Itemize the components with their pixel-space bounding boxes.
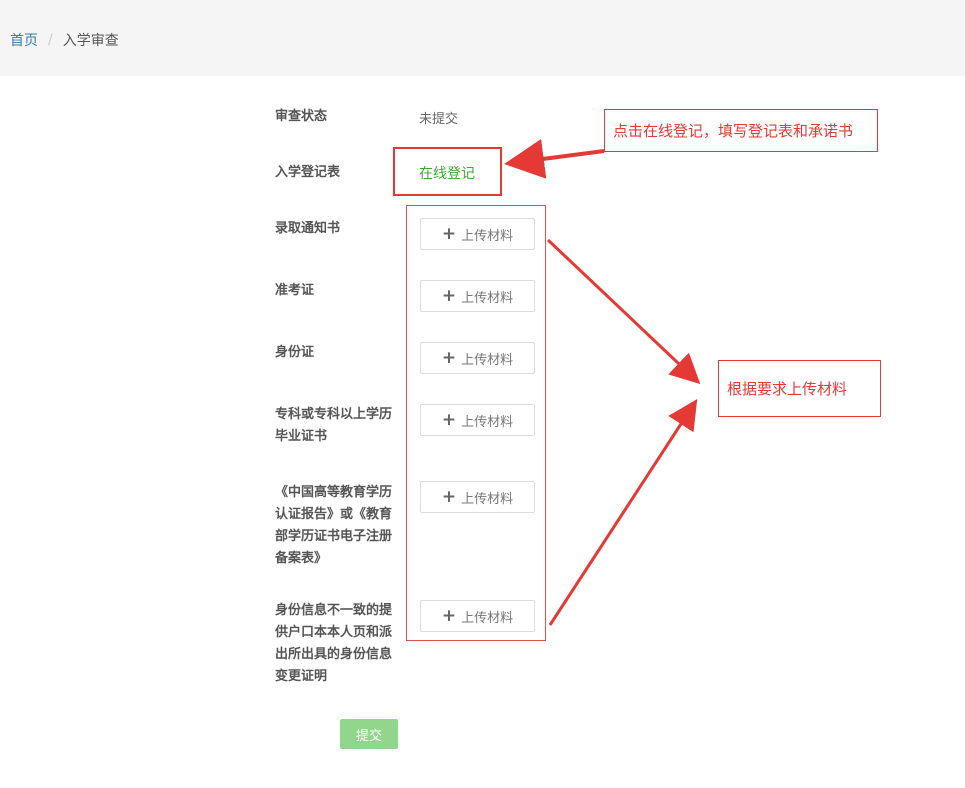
upload-button-label: 上传材料 (461, 352, 514, 368)
arrow-from-upload-group-bottom (548, 398, 698, 626)
plus-icon: + (441, 486, 457, 507)
breadcrumb-separator: / (48, 32, 53, 48)
online-registration-link[interactable]: 在线登记 (419, 163, 475, 183)
upload-label-admission-letter: 录取通知书 (275, 221, 341, 236)
plus-icon: + (441, 347, 457, 368)
upload-button-label: 上传材料 (461, 228, 514, 244)
arrow-from-upload-group-top (546, 238, 701, 385)
upload-label-degree-certification: 《中国高等教育学历认证报告》或《教育部学历证书电子注册备案表》 (275, 485, 393, 566)
upload-button-id-card[interactable]: + 上传材料 (420, 342, 535, 374)
plus-icon: + (441, 605, 457, 626)
upload-label-diploma: 专科或专科以上学历毕业证书 (275, 407, 393, 444)
callout-upload-instruction: 根据要求上传材料 (718, 360, 881, 417)
registration-label: 入学登记表 (275, 165, 341, 180)
submit-button[interactable]: 提交 (340, 719, 398, 749)
header-bar: 首页 / 入学审查 (0, 0, 965, 76)
upload-button-label: 上传材料 (461, 491, 514, 507)
plus-icon: + (441, 285, 457, 306)
upload-button-identity-change-proof[interactable]: + 上传材料 (420, 600, 535, 632)
breadcrumb: 首页 / 入学审查 (10, 30, 119, 50)
status-value: 未提交 (419, 112, 459, 127)
upload-label-identity-change-proof: 身份信息不一致的提供户口本本人页和派出所出具的身份信息变更证明 (275, 603, 393, 684)
callout-register-instruction: 点击在线登记，填写登记表和承诺书 (604, 109, 878, 152)
upload-button-admission-letter[interactable]: + 上传材料 (420, 218, 535, 250)
upload-label-id-card: 身份证 (275, 345, 315, 360)
upload-button-diploma[interactable]: + 上传材料 (420, 404, 535, 436)
breadcrumb-current: 入学审查 (62, 33, 119, 49)
upload-button-label: 上传材料 (461, 414, 514, 430)
arrow-to-online-registration (504, 139, 605, 179)
upload-button-exam-ticket[interactable]: + 上传材料 (420, 280, 535, 312)
upload-button-label: 上传材料 (461, 290, 514, 306)
breadcrumb-home-link[interactable]: 首页 (10, 30, 38, 50)
status-label: 审查状态 (275, 109, 328, 124)
plus-icon: + (441, 223, 457, 244)
upload-label-exam-ticket: 准考证 (275, 283, 315, 298)
plus-icon: + (441, 409, 457, 430)
upload-button-degree-certification[interactable]: + 上传材料 (420, 481, 535, 513)
upload-button-label: 上传材料 (461, 610, 514, 626)
